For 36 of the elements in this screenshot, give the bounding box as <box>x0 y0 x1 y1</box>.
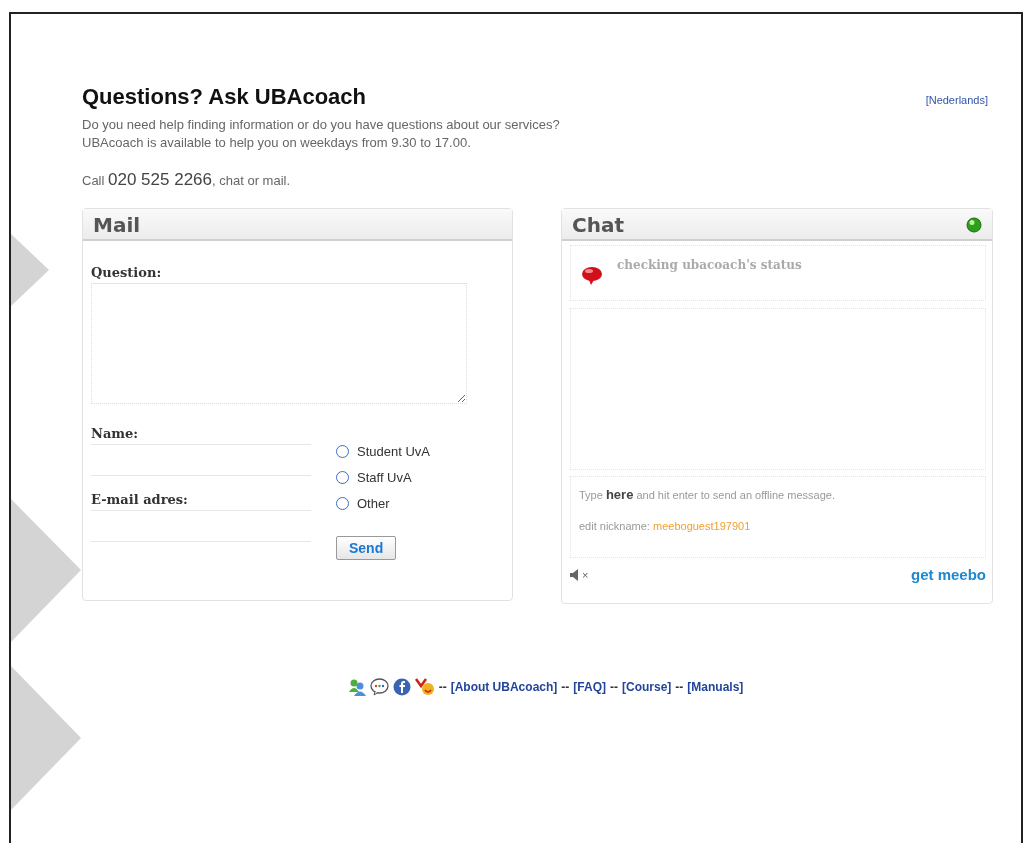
people-icon[interactable] <box>347 678 366 696</box>
option-label: Staff UvA <box>357 469 412 485</box>
option-label: Student UvA <box>357 443 430 459</box>
speaker-icon[interactable] <box>570 568 579 581</box>
language-link[interactable]: [Nederlands] <box>925 94 988 106</box>
contact-text: Call 020 525 2266, chat or mail. <box>82 170 292 190</box>
footer-link[interactable]: [Course] <box>622 680 672 694</box>
page-title: Questions? Ask UBAcoach <box>82 84 367 110</box>
mute-mark: × <box>582 568 589 581</box>
message-input[interactable]: Type here and hit enter to send an offline message. edit nickname: meeboguest197901 <box>570 476 986 558</box>
send-button[interactable]: Send <box>336 536 397 560</box>
speech-bubble-icon <box>581 266 603 286</box>
footer-link[interactable]: [FAQ] <box>573 680 606 694</box>
intro-text: UBAcoach is available to help you on weekdays from 9.30 to 17.00. <box>82 134 472 152</box>
intro-text: Do you need help finding information or do you have questions about our services? <box>82 116 561 134</box>
footer-link[interactable]: [Manuals] <box>687 680 744 694</box>
panel-title: Mail <box>93 213 141 237</box>
smiley-icon[interactable] <box>414 678 435 696</box>
option-label: Other <box>357 495 390 511</box>
field-label: E-mail adres: <box>91 492 189 507</box>
separator: -- <box>675 680 684 694</box>
separator: -- <box>438 680 447 694</box>
status-text: checking ubacoach's status <box>617 258 802 272</box>
brand-link[interactable]: get meebo <box>911 566 986 583</box>
separator: -- <box>561 680 570 694</box>
nickname-label: edit nickname: <box>579 520 650 532</box>
field-label: Question: <box>91 265 163 280</box>
status-icon <box>966 217 982 233</box>
field-label: Name: <box>91 426 140 441</box>
question-field[interactable] <box>91 283 467 404</box>
separator: -- <box>610 680 618 694</box>
panel-title: Chat <box>572 213 624 237</box>
input-hint: Type here and hit enter to send an offline message. <box>579 489 835 501</box>
chat-bubble-icon[interactable] <box>369 678 389 696</box>
facebook-icon[interactable] <box>392 678 411 696</box>
footer-link[interactable]: [About UBAcoach] <box>450 680 558 694</box>
